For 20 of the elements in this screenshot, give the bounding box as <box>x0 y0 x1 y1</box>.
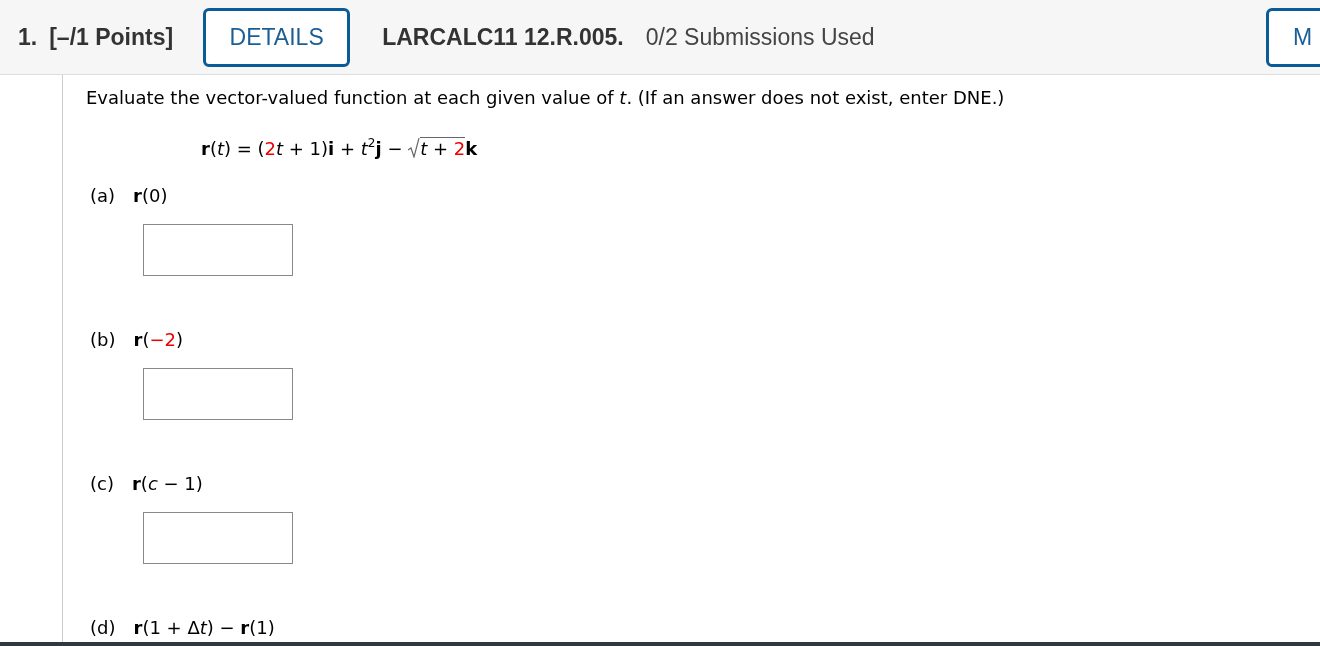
details-button[interactable]: DETAILS <box>203 7 351 67</box>
part-expression: r(1 + Δt) − r(1) <box>133 617 275 638</box>
function-formula: r(t) = (2t + 1)i + t$^{2}$j − t + 2k <box>201 137 478 159</box>
submissions-count: 0/2 Submissions Used <box>645 23 875 51</box>
part-expression: r(−2) <box>133 329 183 350</box>
radical-sign-icon <box>408 138 421 158</box>
points-label: [–/1 Points] <box>49 23 174 51</box>
header-button[interactable]: M <box>1266 7 1320 67</box>
problem-id: LARCALC11 12.R.005. <box>382 23 624 51</box>
instructions-text: Evaluate the vector-valued function at each given value of t. (If an answer does not exist, enter DNE.) <box>86 86 1006 110</box>
part-label: (a) <box>90 185 116 206</box>
part-label: (c) <box>90 473 114 494</box>
part-label: (d) <box>90 617 116 638</box>
answer-field[interactable] <box>143 224 293 276</box>
answer-field[interactable] <box>143 368 293 420</box>
part-expression: r(c − 1) <box>131 473 203 494</box>
part-label: (b) <box>90 329 116 350</box>
answer-field[interactable] <box>143 512 293 564</box>
part-expression: r(0) <box>133 185 168 206</box>
question-number: 1. <box>18 23 38 51</box>
